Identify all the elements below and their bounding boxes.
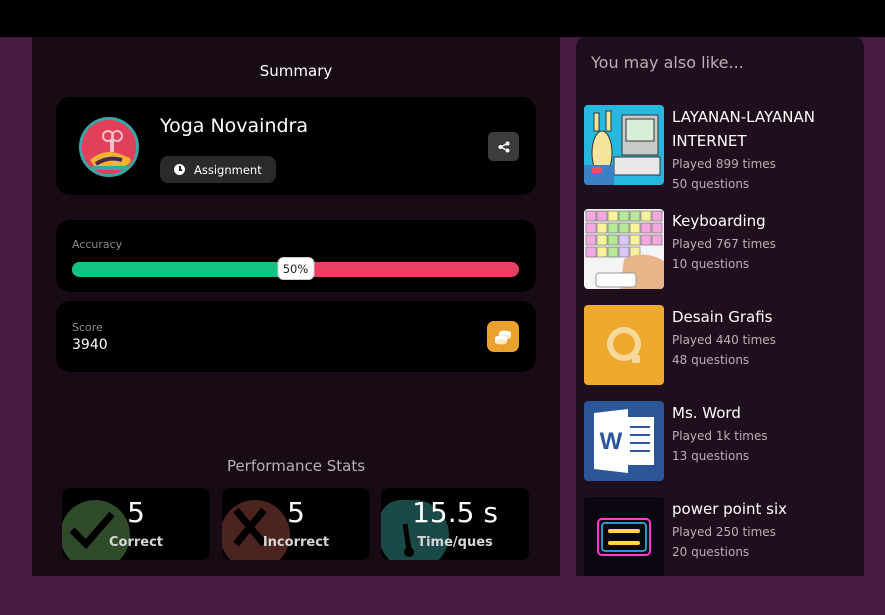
quiz-item[interactable]: Desain Grafis Played 440 times 48 questi…: [584, 305, 859, 387]
quiz-played: Played 440 times: [672, 333, 776, 347]
stat-correct-label: Correct: [108, 535, 164, 550]
performance-title: Performance Stats: [226, 457, 366, 475]
quiz-item[interactable]: Keyboarding Played 767 times 10 question…: [584, 209, 859, 291]
clock-icon: [174, 164, 185, 175]
quiz-questions: 13 questions: [672, 449, 750, 463]
score-card: Score 3940: [56, 301, 536, 372]
accuracy-card: Accuracy 50%: [56, 220, 536, 292]
player-card: Yoga Novaindra Assignment: [56, 97, 536, 195]
accuracy-percent: 50%: [277, 257, 314, 280]
quiz-played: Played 899 times: [672, 157, 776, 171]
quiz-played: Played 1k times: [672, 429, 768, 443]
quiz-thumbnail: [584, 497, 664, 576]
share-button[interactable]: [488, 132, 519, 161]
assignment-badge: Assignment: [160, 156, 276, 183]
svg-text:W: W: [600, 428, 623, 455]
stat-correct-value: 5: [127, 496, 145, 529]
recommendations-panel: You may also like... LAYANAN-LAYANAN INT…: [576, 37, 864, 576]
stat-incorrect-value: 5: [287, 496, 305, 529]
coins-icon: [495, 330, 511, 344]
quiz-played: Played 767 times: [672, 237, 776, 251]
quiz-title: power point six: [672, 500, 788, 518]
quiz-title: LAYANAN-LAYANAN INTERNET: [672, 108, 815, 150]
accuracy-label: Accuracy: [72, 238, 123, 251]
score-value: 3940: [72, 337, 108, 353]
accuracy-bar-fill: [72, 262, 296, 277]
quiz-thumbnail: [584, 209, 664, 289]
stat-incorrect-label: Incorrect: [262, 535, 330, 550]
stat-time-label: Time/ques: [417, 535, 493, 550]
top-bar: [0, 0, 885, 37]
quiz-title: Desain Grafis: [672, 308, 773, 326]
stat-incorrect: 5 Incorrect: [222, 488, 370, 560]
quiz-thumbnail: W: [584, 401, 664, 481]
stat-time: 15.5 s Time/ques: [381, 488, 529, 560]
quiz-questions: 48 questions: [672, 353, 750, 367]
stat-time-value: 15.5 s: [412, 496, 498, 529]
quiz-thumbnail: [584, 105, 664, 185]
coins-button[interactable]: [487, 321, 519, 352]
quiz-questions: 10 questions: [672, 257, 750, 271]
quiz-thumbnail: [584, 305, 664, 385]
avatar: [79, 117, 139, 177]
recommendations-title: You may also like...: [591, 53, 744, 72]
share-icon: [498, 141, 509, 152]
assignment-label: Assignment: [194, 162, 262, 177]
quiz-item[interactable]: LAYANAN-LAYANAN INTERNET Played 899 time…: [584, 105, 859, 191]
quiz-title: Ms. Word: [672, 404, 741, 422]
stat-correct: 5 Correct: [62, 488, 210, 560]
summary-panel: Summary Yoga Novaindra Assignment Accura…: [32, 37, 560, 576]
score-label: Score: [72, 321, 103, 334]
summary-title: Summary: [259, 62, 333, 80]
quiz-item[interactable]: W Ms. Word Played 1k times 13 questions: [584, 401, 859, 483]
quiz-questions: 50 questions: [672, 177, 750, 191]
quiz-title: Keyboarding: [672, 212, 766, 230]
quiz-played: Played 250 times: [672, 525, 776, 539]
quiz-item[interactable]: power point six Played 250 times 20 ques…: [584, 497, 859, 576]
player-name: Yoga Novaindra: [160, 115, 309, 137]
quiz-questions: 20 questions: [672, 545, 750, 559]
